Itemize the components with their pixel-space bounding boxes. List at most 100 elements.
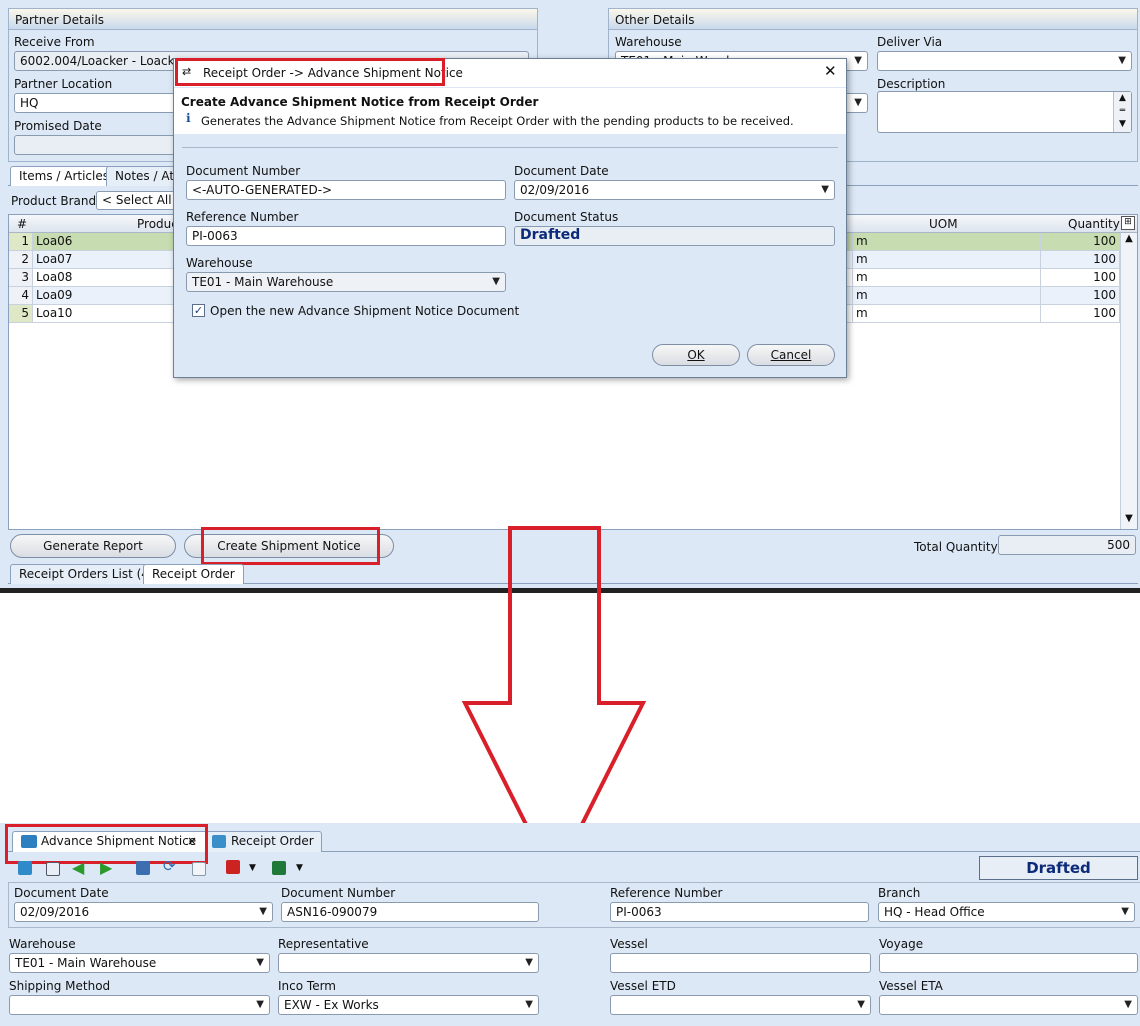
dialog-document-date-value: 02/09/2016: [520, 183, 590, 197]
deliver-via-select[interactable]: ▼: [877, 51, 1132, 71]
asn-reference-number-label: Reference Number: [610, 886, 723, 900]
chevron-down-icon: ▼: [256, 999, 264, 1010]
new-icon[interactable]: [18, 861, 32, 875]
back-arrow-icon[interactable]: ◀: [72, 858, 84, 877]
asn-document-date-label: Document Date: [14, 886, 109, 900]
asn-warehouse-label: Warehouse: [9, 937, 76, 951]
partner-location-label: Partner Location: [14, 77, 113, 91]
asn-representative-select[interactable]: ▼: [278, 953, 539, 973]
table-cell-num: 4: [9, 287, 33, 305]
asn-inco-term-label: Inco Term: [278, 979, 336, 993]
excel-icon[interactable]: [272, 861, 286, 875]
excel-dropdown-icon[interactable]: ▼: [296, 863, 303, 873]
asn-vessel-eta-label: Vessel ETA: [879, 979, 943, 993]
receipt-order-icon: [212, 835, 226, 848]
asn-warehouse-select[interactable]: TE01 - Main Warehouse ▼: [9, 953, 270, 973]
asn-reference-number-field[interactable]: PI-0063: [610, 902, 869, 922]
col-header-quantity: Quantity: [1068, 217, 1120, 231]
column-chooser-icon[interactable]: ⊞: [1121, 216, 1135, 230]
asn-warehouse-value: TE01 - Main Warehouse: [15, 956, 157, 970]
asn-inco-term-select[interactable]: EXW - Ex Works ▼: [278, 995, 539, 1015]
table-cell-uom: m: [853, 251, 1041, 269]
dialog-document-status-label: Document Status: [514, 210, 619, 224]
table-cell-num: 3: [9, 269, 33, 287]
save-icon[interactable]: [136, 861, 150, 875]
deliver-via-label: Deliver Via: [877, 35, 943, 49]
other-warehouse-label: Warehouse: [615, 35, 682, 49]
description-textarea[interactable]: [877, 91, 1132, 133]
asn-document-number-field[interactable]: ASN16-090079: [281, 902, 539, 922]
copy-icon[interactable]: [192, 862, 206, 876]
asn-vessel-etd-select[interactable]: ▼: [610, 995, 871, 1015]
asn-vessel-etd-label: Vessel ETD: [610, 979, 676, 993]
chevron-down-icon: ▼: [854, 55, 862, 66]
forward-arrow-icon[interactable]: ▶: [100, 858, 112, 877]
grid-icon[interactable]: [46, 862, 60, 876]
dialog-warehouse-select[interactable]: TE01 - Main Warehouse ▼: [186, 272, 506, 292]
pdf-icon[interactable]: [226, 860, 240, 874]
refresh-icon[interactable]: ⟳: [163, 857, 176, 875]
table-cell-num: 1: [9, 233, 33, 251]
chevron-down-icon: ▼: [1118, 55, 1126, 66]
asn-branch-select[interactable]: HQ - Head Office ▼: [878, 902, 1135, 922]
receive-from-label: Receive From: [14, 35, 95, 49]
chevron-down-icon: ▼: [854, 97, 862, 108]
dialog-ok-button[interactable]: OK: [652, 344, 740, 366]
chevron-down-icon: ▼: [821, 184, 829, 195]
chevron-down-icon: ▼: [525, 957, 533, 968]
col-header-num: #: [17, 217, 28, 231]
tab-receipt-orders-list[interactable]: Receipt Orders List (4): [10, 564, 163, 584]
scroll-up-icon[interactable]: ▲: [1121, 233, 1137, 249]
table-vscrollbar[interactable]: ▲ ▼: [1120, 233, 1137, 529]
asn-vessel-eta-select[interactable]: ▼: [879, 995, 1138, 1015]
info-icon: ℹ: [186, 111, 191, 125]
product-brand-select[interactable]: < Select All >: [96, 191, 178, 210]
asn-shipping-method-label: Shipping Method: [9, 979, 111, 993]
dialog-document-number-label: Document Number: [186, 164, 301, 178]
product-brand-label: Product Brand:: [11, 194, 101, 208]
dialog-document-number-field[interactable]: <-AUTO-GENERATED->: [186, 180, 506, 200]
asn-document-number-label: Document Number: [281, 886, 396, 900]
asn-document-date-value: 02/09/2016: [20, 905, 90, 919]
table-cell-qty: 100: [1041, 287, 1120, 305]
dialog-cancel-button[interactable]: Cancel: [747, 344, 835, 366]
generate-report-button[interactable]: Generate Report: [10, 534, 176, 558]
table-cell-qty: 100: [1041, 251, 1120, 269]
dialog-divider: [182, 147, 838, 148]
asn-document-date-select[interactable]: 02/09/2016 ▼: [14, 902, 273, 922]
chevron-down-icon: ▼: [525, 999, 533, 1010]
asn-voyage-field[interactable]: [879, 953, 1138, 973]
other-details-title: Other Details: [615, 13, 695, 27]
table-cell-num: 2: [9, 251, 33, 269]
asn-vessel-label: Vessel: [610, 937, 648, 951]
chevron-down-icon: ▼: [256, 957, 264, 968]
table-cell-uom: m: [853, 269, 1041, 287]
pdf-dropdown-icon[interactable]: ▼: [249, 863, 256, 873]
asn-vessel-field[interactable]: [610, 953, 871, 973]
dialog-warehouse-label: Warehouse: [186, 256, 253, 270]
tab-receipt-order-label: Receipt Order: [231, 834, 314, 848]
chevron-down-icon: ▼: [1121, 906, 1129, 917]
close-icon[interactable]: ✕: [824, 62, 837, 80]
asn-branch-label: Branch: [878, 886, 921, 900]
chevron-down-icon: ▼: [492, 276, 500, 287]
dialog-document-date-label: Document Date: [514, 164, 609, 178]
asn-inco-term-value: EXW - Ex Works: [284, 998, 379, 1012]
dialog-reference-number-field[interactable]: PI-0063: [186, 226, 506, 246]
tab-items-articles[interactable]: Items / Articles: [10, 166, 118, 186]
table-cell-uom: m: [853, 233, 1041, 251]
dialog-document-date-select[interactable]: 02/09/2016 ▼: [514, 180, 835, 200]
scroll-down-icon[interactable]: ▼: [1121, 513, 1137, 529]
asn-shipping-method-select[interactable]: ▼: [9, 995, 270, 1015]
table-cell-uom: m: [853, 287, 1041, 305]
dialog-info-text: Generates the Advance Shipment Notice fr…: [201, 114, 794, 128]
total-quantity-label: Total Quantity:: [914, 540, 1001, 554]
highlight-dialog-title: [175, 58, 445, 86]
tab-receipt-order[interactable]: Receipt Order: [143, 564, 244, 584]
table-cell-num: 5: [9, 305, 33, 323]
highlight-create-shipment: [201, 527, 380, 565]
total-quantity-field: 500: [998, 535, 1136, 555]
open-new-checkbox-label: Open the new Advance Shipment Notice Doc…: [210, 304, 520, 318]
description-scrollbar[interactable]: ▲ ═ ▼: [1113, 92, 1131, 132]
open-new-checkbox[interactable]: ✓: [192, 304, 205, 317]
